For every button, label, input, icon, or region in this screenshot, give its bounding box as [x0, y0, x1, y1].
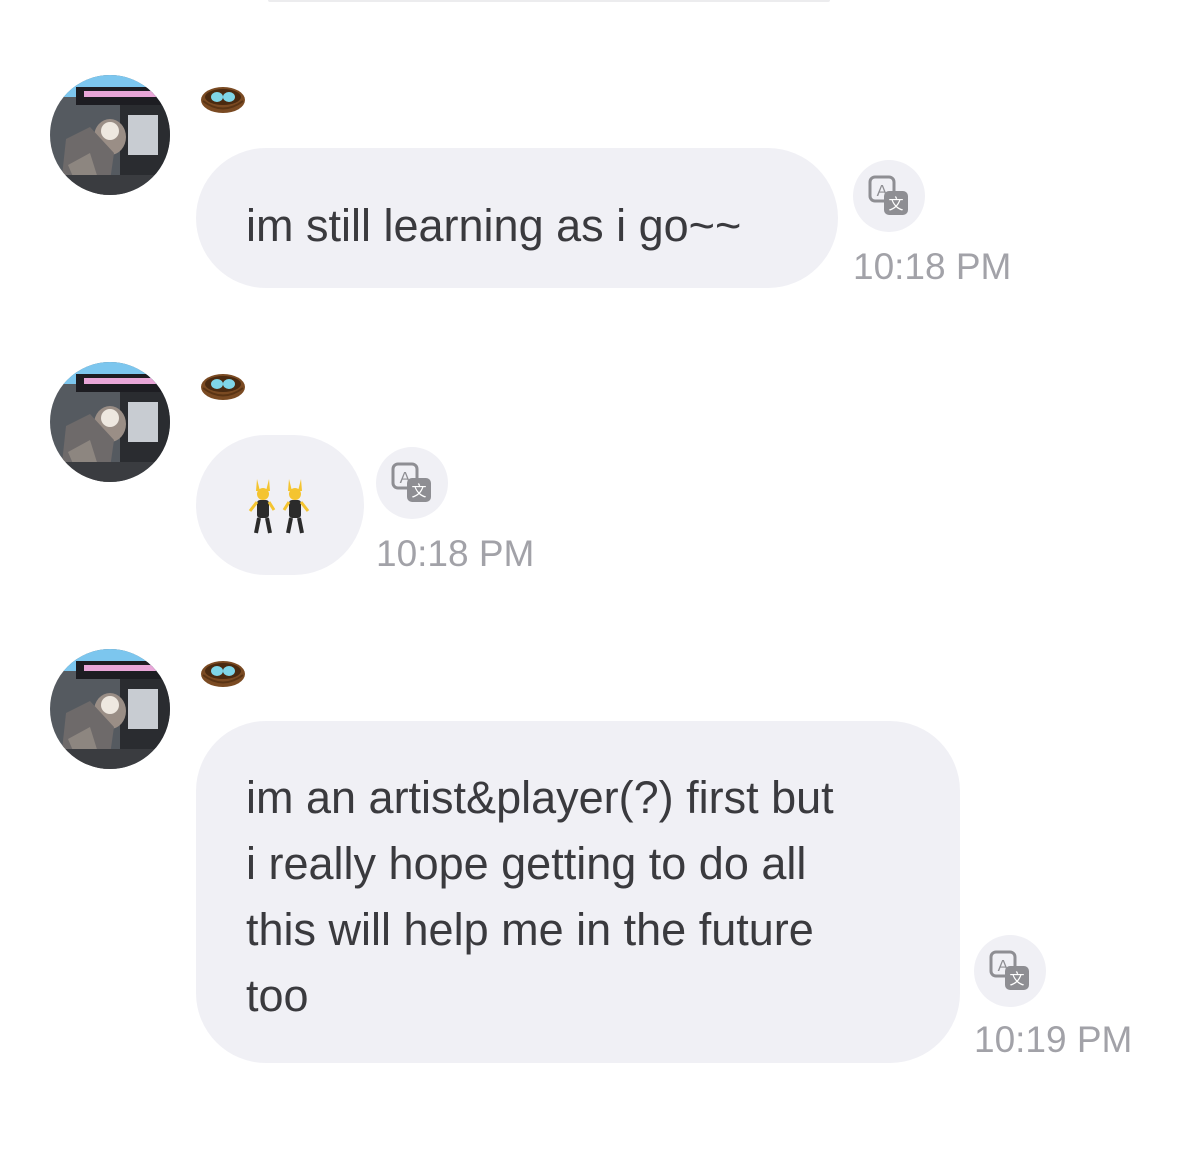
svg-text:文: 文 — [1009, 970, 1024, 988]
svg-text:文: 文 — [411, 482, 426, 500]
nest-icon — [200, 658, 246, 690]
women-with-bunny-ears-emoji — [248, 477, 310, 546]
message-bubble[interactable]: im still learning as i go~~ — [196, 148, 838, 288]
divider — [268, 0, 830, 2]
message-text: im an artist&player(?) first but i reall… — [246, 772, 834, 1021]
sender-avatar[interactable] — [50, 362, 170, 482]
svg-text:文: 文 — [888, 195, 903, 213]
message-bubble[interactable]: im an artist&player(?) first but i reall… — [196, 721, 960, 1063]
translate-button[interactable]: A 文 — [853, 160, 925, 232]
sender-avatar[interactable] — [50, 75, 170, 195]
chat-view: im still learning as i go~~ A 文 10:18 PM — [0, 0, 1200, 1165]
translate-icon: A 文 — [391, 462, 431, 502]
message-timestamp: 10:19 PM — [974, 1019, 1133, 1060]
message-timestamp: 10:18 PM — [853, 246, 1012, 287]
translate-icon: A 文 — [868, 175, 908, 215]
message-text: im still learning as i go~~ — [246, 200, 742, 251]
translate-icon: A 文 — [989, 950, 1029, 990]
message-bubble[interactable] — [196, 435, 364, 575]
nest-icon — [200, 84, 246, 116]
translate-button[interactable]: A 文 — [376, 447, 448, 519]
sender-avatar[interactable] — [50, 649, 170, 769]
message-timestamp: 10:18 PM — [376, 533, 535, 574]
translate-button[interactable]: A 文 — [974, 935, 1046, 1007]
nest-icon — [200, 371, 246, 403]
